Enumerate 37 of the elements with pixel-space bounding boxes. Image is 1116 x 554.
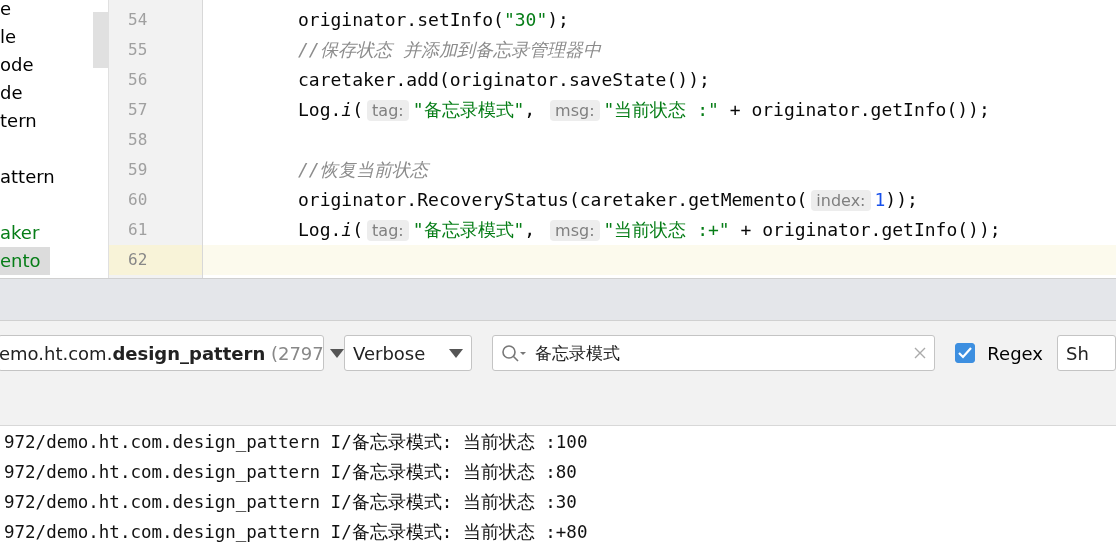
log-line: 972/demo.ht.com.design_pattern I/备忘录模式: 当前状态 :80: [4, 461, 577, 484]
tree-item[interactable]: ento: [0, 247, 50, 275]
clear-icon[interactable]: [914, 347, 927, 359]
log-line: 972/demo.ht.com.design_pattern I/备忘录模式: 当前状态 :30: [4, 491, 577, 514]
search-field[interactable]: 备忘录模式: [492, 335, 936, 371]
line-number: 55: [127, 39, 149, 61]
code-line: //恢复当前状态: [297, 158, 431, 182]
scrollbar-thumb[interactable]: [93, 12, 108, 68]
line-number: 62: [109, 245, 202, 275]
caret-icon: [329, 348, 344, 358]
line-number: 58: [127, 129, 149, 151]
regex-checkbox[interactable]: [955, 343, 976, 363]
tree-item[interactable]: e: [0, 0, 50, 23]
tree-item[interactable]: ode: [0, 51, 50, 79]
code-line: //保存状态 并添加到备忘录管理器中: [297, 38, 603, 62]
caret-icon: [449, 348, 464, 358]
log-line: 972/demo.ht.com.design_pattern I/备忘录模式: 当前状态 :100: [4, 431, 588, 454]
filter-button[interactable]: Sh: [1056, 335, 1116, 371]
search-icon: [501, 344, 528, 362]
tree-item[interactable]: tern: [0, 107, 50, 135]
tree-item[interactable]: aker: [0, 219, 50, 247]
log-level-dropdown[interactable]: Verbose: [344, 335, 473, 371]
line-number: 56: [127, 69, 149, 91]
line-number: 60: [127, 189, 149, 211]
regex-label: Regex: [987, 342, 1043, 364]
code-line: Log.i( tag: "备忘录模式", msg: "当前状态 :+" + originator.getInfo());: [297, 218, 1002, 243]
line-number: 57: [127, 99, 149, 121]
log-line: 972/demo.ht.com.design_pattern I/备忘录模式: 当前状态 :+80: [4, 521, 588, 544]
code-line: originator.RecoveryStatus(caretaker.getMemento( index: 1));: [297, 188, 919, 213]
line-number: 59: [127, 159, 149, 181]
line-number: 61: [127, 219, 149, 241]
line-number: 54: [127, 9, 149, 31]
tree-item[interactable]: de: [0, 79, 50, 107]
code-line: originator.setInfo("30");: [297, 8, 570, 32]
code-line: caretaker.add(originator.saveState());: [297, 68, 711, 92]
tree-item[interactable]: le: [0, 23, 50, 51]
code-line: Log.i( tag: "备忘录模式", msg: "当前状态 :" + originator.getInfo());: [297, 98, 991, 123]
